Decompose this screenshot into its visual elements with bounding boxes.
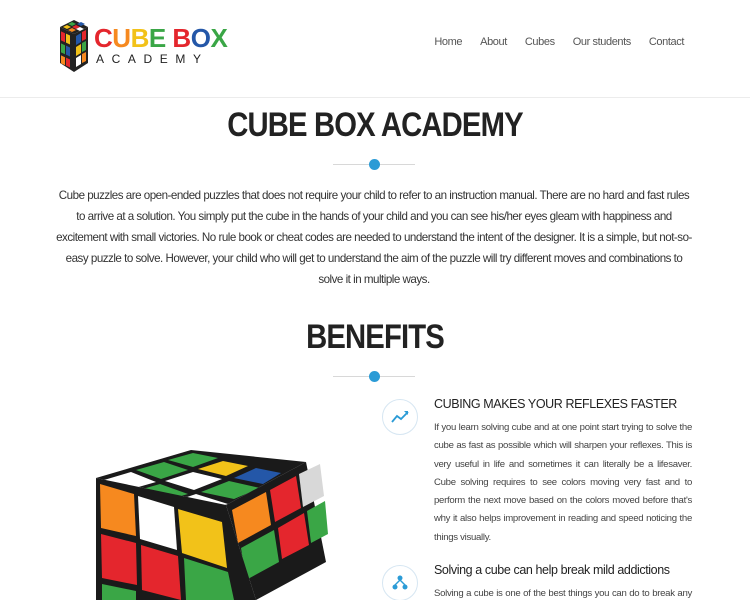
brand-name: CUBE BOX: [94, 23, 228, 53]
benefit-item: Solving a cube can help break mild addic…: [382, 563, 702, 600]
brand-subtitle: ACADEMY: [96, 52, 209, 66]
nav-our-students[interactable]: Our students: [573, 36, 632, 48]
benefits-title: BENEFITS: [306, 318, 445, 356]
nav-about[interactable]: About: [480, 36, 507, 48]
nav-home[interactable]: Home: [434, 36, 462, 48]
benefit-icon-wrap: [382, 399, 418, 435]
benefit-icon-wrap: [382, 565, 418, 600]
section-divider: [333, 159, 415, 171]
rubiks-cube-illustration: [96, 450, 328, 600]
page-title: CUBE BOX ACADEMY: [227, 106, 523, 144]
benefit-text: Solving a cube is one of the best things…: [434, 588, 692, 599]
intro-paragraph: Cube puzzles are open-ended puzzles that…: [56, 189, 692, 286]
nav-contact[interactable]: Contact: [649, 36, 685, 48]
trend-chart-icon: [391, 411, 409, 423]
benefit-item: CUBING MAKES YOUR REFLEXES FASTER If you…: [382, 397, 702, 543]
site-header: CUBE BOX ACADEMY Home About Cubes Our st…: [0, 0, 750, 98]
network-icon: [392, 575, 408, 590]
brand-logo[interactable]: CUBE BOX ACADEMY: [56, 17, 228, 75]
benefit-title: CUBING MAKES YOUR REFLEXES FASTER: [434, 397, 677, 411]
cube-logo-icon: [60, 20, 88, 72]
benefit-title: Solving a cube can help break mild addic…: [434, 563, 670, 577]
benefit-text: If you learn solving cube and at one poi…: [434, 422, 692, 543]
benefits-divider: [333, 371, 415, 383]
main-nav: Home About Cubes Our students Contact: [434, 36, 684, 48]
nav-cubes[interactable]: Cubes: [525, 36, 555, 48]
